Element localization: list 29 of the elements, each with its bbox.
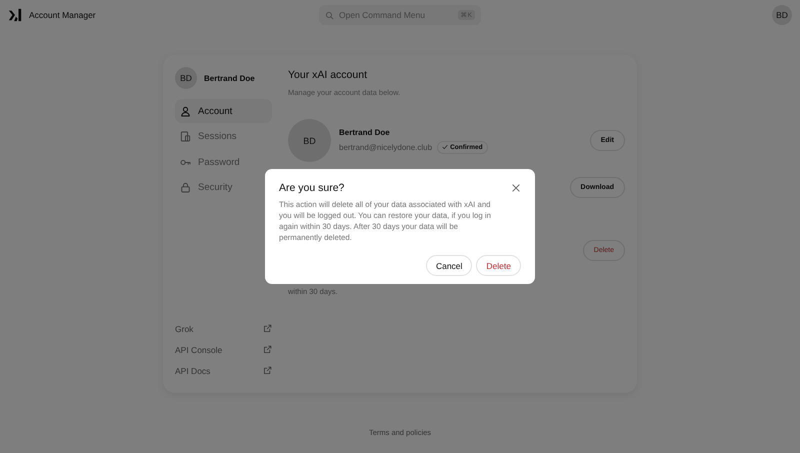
person-icon	[180, 106, 191, 116]
profile-avatar: BD	[288, 119, 331, 162]
user-avatar: BD	[175, 67, 197, 89]
sidebar-item[interactable]: Password	[175, 150, 272, 174]
sidebar-item[interactable]: Sessions	[175, 124, 272, 148]
profile-email: bertrand@nicelydone.club	[339, 142, 432, 152]
close-icon	[511, 183, 521, 193]
user-avatar[interactable]: BD	[772, 5, 792, 25]
external-link-icon	[263, 366, 272, 375]
external-link[interactable]: Grok	[175, 322, 272, 335]
sidebar-item[interactable]: Account	[175, 99, 272, 123]
external-link[interactable]: API Console	[175, 343, 272, 356]
lock-icon	[180, 182, 191, 193]
search-icon	[325, 10, 334, 20]
profile-name: Bertrand Doe	[339, 128, 391, 136]
logo-icon	[8, 8, 22, 22]
external-link[interactable]: API Docs	[175, 364, 272, 377]
external-link-icon	[263, 345, 272, 354]
devices-icon	[180, 131, 191, 142]
dialog-title: Are you sure?	[279, 182, 344, 194]
sidebar-item[interactable]: Security	[175, 176, 272, 200]
app-title: Account Manager	[29, 10, 96, 20]
external-link-icon	[263, 324, 272, 333]
user-name: Bertrand Doe	[204, 74, 255, 82]
cancel-button[interactable]: Cancel	[426, 255, 472, 276]
delete-button[interactable]: Delete	[476, 255, 521, 276]
close-button[interactable]	[511, 183, 521, 193]
check-icon	[442, 144, 448, 150]
page-title: Your xAI account	[288, 69, 368, 81]
